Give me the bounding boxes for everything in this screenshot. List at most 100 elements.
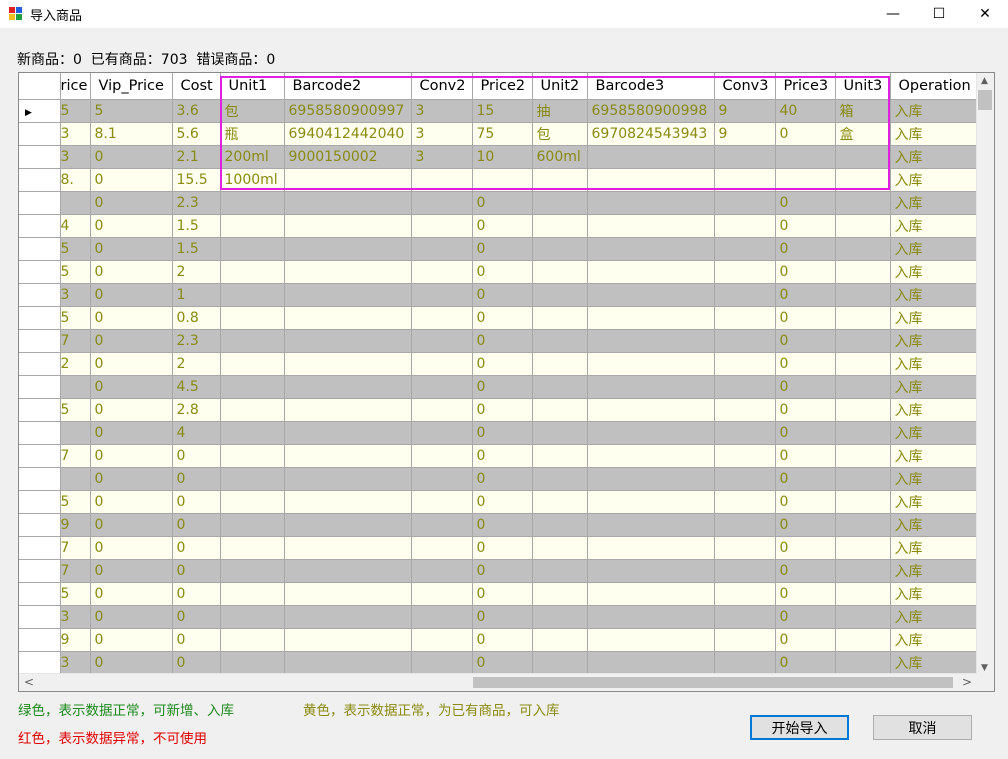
table-row[interactable]: 7 0 2.3 0 0 入库 <box>19 329 981 353</box>
table-row[interactable]: 7 0 0 0 0 入库 <box>19 559 981 583</box>
row-header[interactable] <box>19 352 61 376</box>
table-cell[interactable] <box>532 306 588 330</box>
table-cell[interactable]: 7 <box>60 536 91 560</box>
table-cell[interactable] <box>411 628 473 652</box>
scroll-right-icon[interactable]: > <box>962 675 972 689</box>
table-cell[interactable]: 0 <box>472 559 533 583</box>
table-cell[interactable] <box>411 191 473 215</box>
table-cell[interactable]: 入库 <box>890 398 981 422</box>
table-cell[interactable] <box>532 375 588 399</box>
table-cell[interactable]: 6970824543943 <box>587 122 715 146</box>
table-cell[interactable] <box>714 490 776 514</box>
table-cell[interactable] <box>587 628 715 652</box>
table-cell[interactable]: 0 <box>775 421 836 445</box>
table-cell[interactable] <box>835 306 891 330</box>
table-cell[interactable] <box>714 306 776 330</box>
table-cell[interactable]: 3 <box>411 99 473 123</box>
row-header[interactable] <box>19 444 61 468</box>
table-row[interactable]: 0 4.5 0 0 入库 <box>19 375 981 399</box>
table-cell[interactable]: 0 <box>775 214 836 238</box>
table-cell[interactable]: 0 <box>775 444 836 468</box>
table-cell[interactable]: 0 <box>90 283 173 307</box>
table-cell[interactable] <box>532 421 588 445</box>
table-cell[interactable] <box>835 260 891 284</box>
row-header[interactable] <box>19 490 61 514</box>
column-header[interactable]: Unit3 <box>835 73 891 100</box>
table-cell[interactable]: 1000ml <box>220 168 285 192</box>
table-cell[interactable] <box>220 329 285 353</box>
table-cell[interactable]: 入库 <box>890 260 981 284</box>
table-cell[interactable] <box>411 260 473 284</box>
table-cell[interactable] <box>532 168 588 192</box>
table-cell[interactable] <box>587 421 715 445</box>
table-cell[interactable]: 0 <box>472 605 533 629</box>
table-cell[interactable]: 入库 <box>890 490 981 514</box>
table-cell[interactable]: 0 <box>90 467 173 491</box>
table-cell[interactable]: 0 <box>472 467 533 491</box>
table-cell[interactable] <box>411 283 473 307</box>
table-cell[interactable] <box>587 214 715 238</box>
table-cell[interactable]: 2.3 <box>172 329 221 353</box>
table-cell[interactable] <box>714 559 776 583</box>
table-cell[interactable]: 2.1 <box>172 145 221 169</box>
table-cell[interactable]: 9 <box>60 628 91 652</box>
table-cell[interactable]: 0 <box>472 237 533 261</box>
table-cell[interactable] <box>284 191 412 215</box>
table-cell[interactable] <box>714 283 776 307</box>
horizontal-scrollbar[interactable]: < > <box>19 673 977 691</box>
table-cell[interactable] <box>284 329 412 353</box>
table-cell[interactable]: 0 <box>775 398 836 422</box>
table-cell[interactable]: 盒 <box>835 122 891 146</box>
row-header[interactable] <box>19 214 61 238</box>
table-row[interactable]: .8 0 15.5 1000ml 入库 <box>19 168 981 192</box>
table-cell[interactable]: 0 <box>472 398 533 422</box>
table-cell[interactable] <box>220 628 285 652</box>
table-cell[interactable]: 5 <box>60 237 91 261</box>
table-cell[interactable]: 包 <box>532 122 588 146</box>
table-cell[interactable] <box>411 421 473 445</box>
table-cell[interactable]: 入库 <box>890 536 981 560</box>
table-cell[interactable]: 0 <box>775 306 836 330</box>
table-cell[interactable] <box>835 605 891 629</box>
table-row[interactable]: 0 4 0 0 入库 <box>19 421 981 445</box>
table-cell[interactable] <box>472 168 533 192</box>
table-cell[interactable]: 4 <box>60 214 91 238</box>
table-cell[interactable]: 0 <box>90 582 173 606</box>
table-cell[interactable]: 入库 <box>890 329 981 353</box>
table-cell[interactable] <box>284 513 412 537</box>
row-header[interactable] <box>19 513 61 537</box>
scroll-up-icon[interactable]: ▲ <box>981 76 988 86</box>
table-cell[interactable]: 9000150002 <box>284 145 412 169</box>
table-cell[interactable] <box>220 352 285 376</box>
column-header[interactable]: rice <box>60 73 91 100</box>
table-cell[interactable]: 3 <box>411 122 473 146</box>
row-header[interactable] <box>19 168 61 192</box>
table-cell[interactable]: 0 <box>90 306 173 330</box>
row-header[interactable] <box>19 237 61 261</box>
table-cell[interactable]: 0 <box>775 329 836 353</box>
table-cell[interactable] <box>220 582 285 606</box>
table-cell[interactable] <box>284 283 412 307</box>
table-cell[interactable]: 15 <box>472 99 533 123</box>
table-cell[interactable] <box>714 628 776 652</box>
table-cell[interactable]: 0 <box>472 444 533 468</box>
table-cell[interactable] <box>284 628 412 652</box>
table-cell[interactable]: 0 <box>472 260 533 284</box>
table-cell[interactable] <box>714 145 776 169</box>
table-cell[interactable] <box>532 467 588 491</box>
table-cell[interactable]: 9 <box>714 122 776 146</box>
table-row[interactable]: 5 0 0.8 0 0 入库 <box>19 306 981 330</box>
table-cell[interactable] <box>411 444 473 468</box>
table-cell[interactable]: 入库 <box>890 191 981 215</box>
table-cell[interactable] <box>532 490 588 514</box>
table-cell[interactable]: 0 <box>472 283 533 307</box>
table-cell[interactable] <box>220 444 285 468</box>
column-header[interactable]: Barcode2 <box>284 73 412 100</box>
table-cell[interactable]: 入库 <box>890 214 981 238</box>
table-cell[interactable] <box>775 168 836 192</box>
table-cell[interactable]: 入库 <box>890 375 981 399</box>
table-row[interactable]: 3 0 0 0 0 入库 <box>19 605 981 629</box>
row-header[interactable] <box>19 651 61 675</box>
table-row[interactable]: 4 0 1.5 0 0 入库 <box>19 214 981 238</box>
table-cell[interactable]: 0 <box>472 651 533 675</box>
